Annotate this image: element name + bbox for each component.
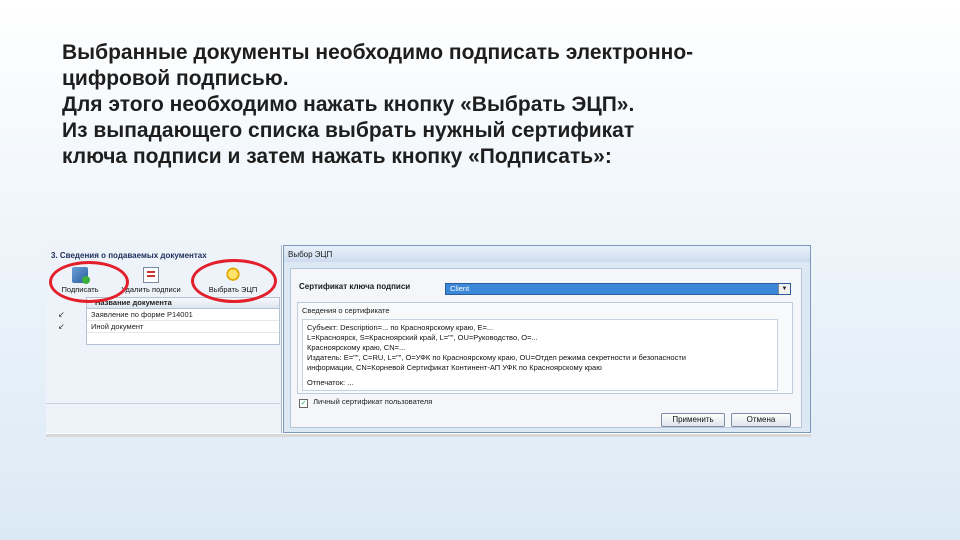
embedded-screenshot: 3. Сведения о подаваемых документах Подп…	[46, 245, 811, 437]
thumbprint-line: Отпечаток: ...	[307, 378, 354, 387]
certificate-dropdown[interactable]: Client ▼	[445, 283, 791, 295]
instruction-text: Выбранные документы необходимо подписать…	[62, 40, 922, 170]
issuer-line: Издатель: E="", C=RU, L="", O=УФК по Кра…	[307, 353, 686, 362]
subject-line: L=Красноярск, S=Красноярский край, L="",…	[307, 333, 538, 342]
highlight-circle-choose-signature	[191, 259, 277, 303]
apply-button[interactable]: Применить	[661, 413, 725, 427]
panel-footer	[46, 403, 282, 415]
subject-line: Красноярскому краю, CN=...	[307, 343, 406, 352]
instruction-line: цифровой подписью.	[62, 67, 289, 90]
certificate-details-text[interactable]: Субъект: Description=... по Красноярском…	[302, 319, 778, 391]
checkbox-checked-icon[interactable]: ✓	[299, 399, 308, 408]
documents-table: Название документа Заявление по форме Р1…	[86, 297, 280, 345]
delete-signatures-label: Удалить подписи	[121, 285, 181, 294]
dialog-title: Выбор ЭЦП	[284, 246, 810, 262]
section-title: 3. Сведения о подаваемых документах	[51, 251, 207, 260]
row-marker-icon: ↙	[58, 310, 65, 319]
certificate-selected-value: Client	[450, 284, 470, 293]
highlight-circle-sign	[49, 261, 129, 303]
delete-signature-icon	[143, 267, 159, 283]
table-row[interactable]: Иной документ	[87, 321, 279, 333]
instruction-line: Для этого необходимо нажать кнопку «Выбр…	[62, 93, 635, 116]
cancel-button[interactable]: Отмена	[731, 413, 791, 427]
certificate-info-title: Сведения о сертификате	[302, 306, 390, 315]
instruction-line: Выбранные документы необходимо подписать…	[62, 41, 694, 64]
signature-dialog: Выбор ЭЦП Сертификат ключа подписи Clien…	[283, 245, 811, 433]
certificate-info-group: Сведения о сертификате Субъект: Descript…	[297, 302, 793, 394]
chevron-down-icon[interactable]: ▼	[778, 284, 790, 294]
certificate-label: Сертификат ключа подписи	[299, 282, 411, 291]
dialog-body: Сертификат ключа подписи Client ▼ Сведен…	[290, 268, 802, 428]
table-row[interactable]: Заявление по форме Р14001	[87, 309, 279, 321]
row-markers: ↙ ↙	[58, 309, 84, 333]
personal-certificate-checkbox-row[interactable]: ✓ Личный сертификат пользователя	[299, 397, 432, 408]
instruction-line: Из выпадающего списка выбрать нужный сер…	[62, 119, 635, 142]
issuer-line: информации, CN=Корневой Сертификат Конти…	[307, 363, 602, 372]
personal-certificate-label: Личный сертификат пользователя	[313, 397, 433, 406]
subject-line: Субъект: Description=... по Красноярском…	[307, 323, 494, 332]
row-marker-icon: ↙	[58, 322, 65, 331]
instruction-line: ключа подписи и затем нажать кнопку «Под…	[62, 145, 612, 168]
